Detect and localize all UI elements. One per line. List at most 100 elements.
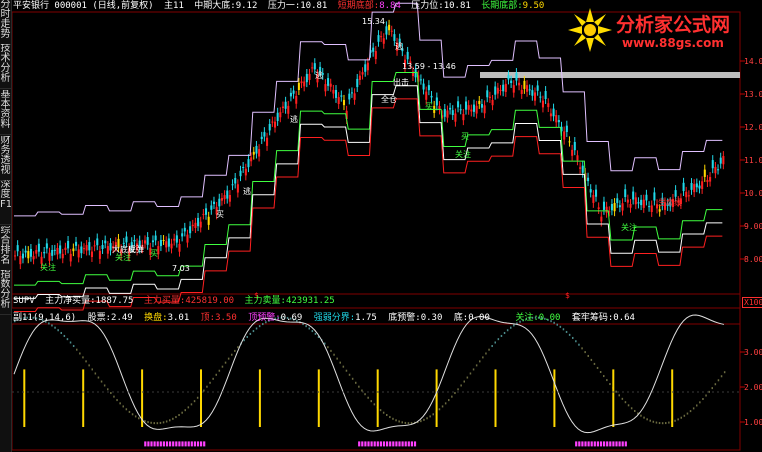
indicator-bottom-bar: [373, 441, 376, 447]
candle-body: [313, 63, 316, 70]
indicator-yellow-bar: [376, 369, 379, 427]
candle-body: [600, 216, 603, 222]
candle-body: [380, 36, 383, 38]
candle-body: [287, 105, 290, 114]
candle-body: [385, 26, 388, 35]
indicator-dot: [227, 357, 230, 360]
indicator-dot: [692, 407, 695, 410]
resistance-band: [480, 72, 740, 78]
indicator-dot: [655, 421, 658, 424]
sidebar-tab-3[interactable]: 财务透视: [0, 136, 11, 181]
candle-body: [289, 92, 292, 97]
candle-body: [478, 100, 481, 104]
sidebar-tab-0[interactable]: 分时走势: [0, 0, 11, 45]
candle-body: [173, 238, 176, 241]
candle-body: [292, 90, 295, 94]
top-warn-value: 0.69: [280, 313, 303, 323]
volume-unit: X100: [742, 297, 762, 308]
candle-body: [539, 96, 542, 98]
indicator-dot: [559, 325, 562, 328]
indicator-bottom-bar: [178, 441, 181, 447]
candle-body: [239, 170, 242, 177]
annotation-lifeline: 生命线: [658, 198, 682, 207]
candle-body: [717, 169, 720, 171]
indicator-dot: [355, 381, 357, 384]
indicator-bottom-bar: [175, 441, 178, 447]
indicator-bottom-bar: [413, 441, 417, 447]
stock-value: 2.49: [111, 313, 133, 323]
indicator-bottom-bar: [392, 441, 395, 447]
indicator-bottom-bar: [190, 441, 193, 447]
indicator-dot: [119, 402, 121, 405]
indicator-bottom-bar: [376, 441, 379, 447]
candle-body: [175, 235, 178, 243]
candle-body: [555, 115, 558, 123]
watermark-logo-icon: [568, 8, 612, 52]
indicator-dot: [231, 353, 233, 356]
swap-label: 换盘:: [144, 313, 168, 323]
candle-body: [104, 240, 107, 244]
watermark: 分析家公式网 www.88gs.com: [566, 6, 756, 56]
candle-body: [711, 160, 714, 169]
indicator-dot: [401, 421, 403, 424]
candle-body: [486, 90, 489, 98]
candle-body: [467, 105, 470, 110]
watch-value: 0.00: [538, 313, 561, 323]
candle-body: [701, 181, 704, 189]
candle-body: [687, 195, 690, 197]
indicator-dot: [54, 326, 56, 329]
indicator-bottom-bar: [153, 441, 156, 447]
indicator-dot: [345, 369, 348, 372]
candle-body: [528, 89, 531, 91]
candle-body: [640, 199, 643, 206]
indicator-dot: [138, 417, 140, 420]
sidebar-tab-1[interactable]: 技术分析: [0, 44, 11, 89]
candle-body: [353, 93, 356, 100]
indicator-dot: [131, 413, 134, 416]
candle-body: [281, 106, 285, 108]
sidebar-tab-4[interactable]: 深度F10: [0, 180, 11, 225]
sidebar-tab-5[interactable]: 综合排名: [0, 226, 11, 271]
indicator-header: 副11(9,14,6) 股票:2.49 换盘:3.01 顶:3.50 顶预警:0…: [13, 313, 641, 324]
sidebar-tab-2[interactable]: 基本资料: [0, 90, 11, 135]
candle-body: [308, 73, 311, 80]
price-tick-0: 14.00: [744, 57, 762, 66]
indicator-dot: [599, 371, 602, 374]
indicator-bottom-bar: [379, 441, 382, 447]
indicator-dot: [488, 348, 490, 351]
candle-body: [361, 72, 364, 75]
price-tick-6: 8.00: [744, 255, 762, 264]
indicator-bottom-bar: [159, 441, 162, 447]
indicator-dot: [243, 339, 245, 342]
candle-body: [255, 145, 258, 154]
candle-body: [494, 86, 497, 95]
indicator-dot: [475, 364, 478, 367]
indicator-dot: [69, 341, 72, 344]
candle-body: [332, 89, 335, 94]
candle-body: [305, 73, 308, 83]
price-tick-5: 9.00: [744, 222, 762, 231]
short-bottom-label: 短期底部:: [337, 1, 380, 11]
candle-body: [454, 113, 457, 122]
indicator-dot: [640, 414, 642, 417]
indicator-bars: [14, 316, 726, 447]
candle-body: [75, 241, 78, 246]
indicator-dot: [91, 368, 93, 371]
indicator-dot: [82, 356, 84, 359]
annotation-escape-1: 逃: [395, 42, 403, 51]
indicator-bottom-bar: [165, 441, 169, 447]
indicator-bottom-bar: [169, 441, 172, 447]
sidebar-tab-6[interactable]: 指数分析: [0, 270, 11, 315]
candle-body: [693, 184, 696, 193]
candle-body: [194, 222, 197, 228]
candle-body: [632, 191, 635, 200]
indicator-dot: [696, 404, 698, 407]
candle-body: [207, 216, 210, 225]
volume-header: SUPV 主力净买量:1887.75 主力买量:425819.00 主力卖量:4…: [13, 296, 340, 307]
indicator-dot: [367, 396, 369, 399]
indicator-yellow-bar: [258, 369, 261, 427]
indicator-dot: [596, 366, 599, 369]
candle-body: [69, 253, 72, 262]
candle-body: [515, 72, 518, 81]
candle-body: [613, 203, 616, 212]
